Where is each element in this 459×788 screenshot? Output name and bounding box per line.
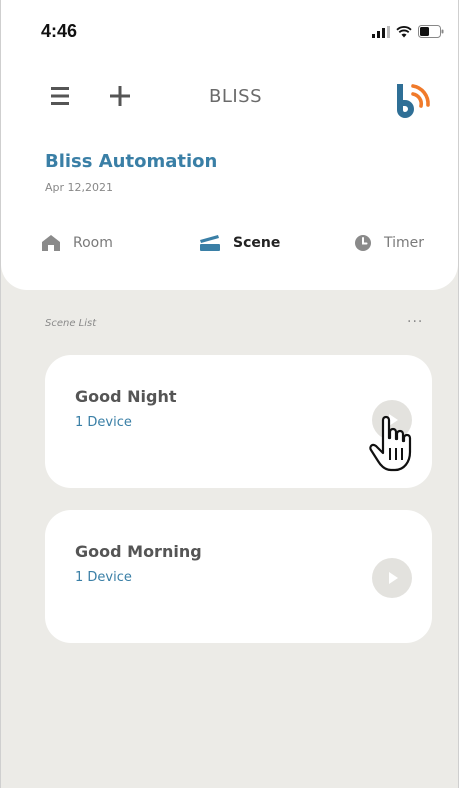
add-button[interactable] [106, 82, 134, 110]
bliss-logo-icon [397, 84, 430, 118]
play-scene-button[interactable] [372, 558, 412, 598]
tab-timer[interactable]: Timer [354, 228, 424, 258]
play-icon [389, 572, 398, 584]
scene-clapper-icon [200, 235, 220, 251]
tab-bar: Room Scene Timer [41, 228, 441, 258]
app-title: BLISS [209, 86, 263, 107]
hamburger-menu-icon [51, 87, 69, 105]
status-time: 4:46 [41, 21, 78, 41]
scene-card-good-morning[interactable]: Good Morning 1 Device [45, 510, 432, 643]
scene-device-count: 1 Device [75, 415, 132, 430]
cellular-signal-icon [372, 25, 390, 38]
header-card: 4:46 BLISS Bliss Automation Apr 12,2021 … [1, 0, 458, 290]
tab-room[interactable]: Room [41, 228, 113, 258]
scene-list-label: Scene List [45, 318, 97, 329]
tab-scene[interactable]: Scene [199, 228, 280, 258]
scene-title: Good Morning [75, 542, 202, 561]
house-icon [42, 235, 60, 251]
menu-button[interactable] [51, 86, 75, 106]
status-icons [372, 25, 444, 38]
home-date: Apr 12,2021 [45, 181, 114, 194]
scene-device-count: 1 Device [75, 570, 132, 585]
wifi-icon [396, 25, 412, 37]
tab-scene-label: Scene [233, 235, 281, 251]
tab-timer-label: Timer [384, 235, 425, 251]
clock-icon [355, 235, 371, 251]
tab-room-label: Room [73, 235, 113, 251]
app-screen: 4:46 BLISS Bliss Automation Apr 12,2021 … [0, 0, 459, 788]
play-icon [389, 414, 398, 426]
more-options-button[interactable]: ··· [407, 314, 423, 330]
logo [391, 78, 435, 122]
scene-title: Good Night [75, 387, 177, 406]
battery-icon [418, 25, 444, 38]
play-scene-button[interactable] [372, 400, 412, 440]
scene-card-good-night[interactable]: Good Night 1 Device [45, 355, 432, 488]
home-name: Bliss Automation [45, 151, 218, 172]
plus-icon [110, 86, 130, 106]
